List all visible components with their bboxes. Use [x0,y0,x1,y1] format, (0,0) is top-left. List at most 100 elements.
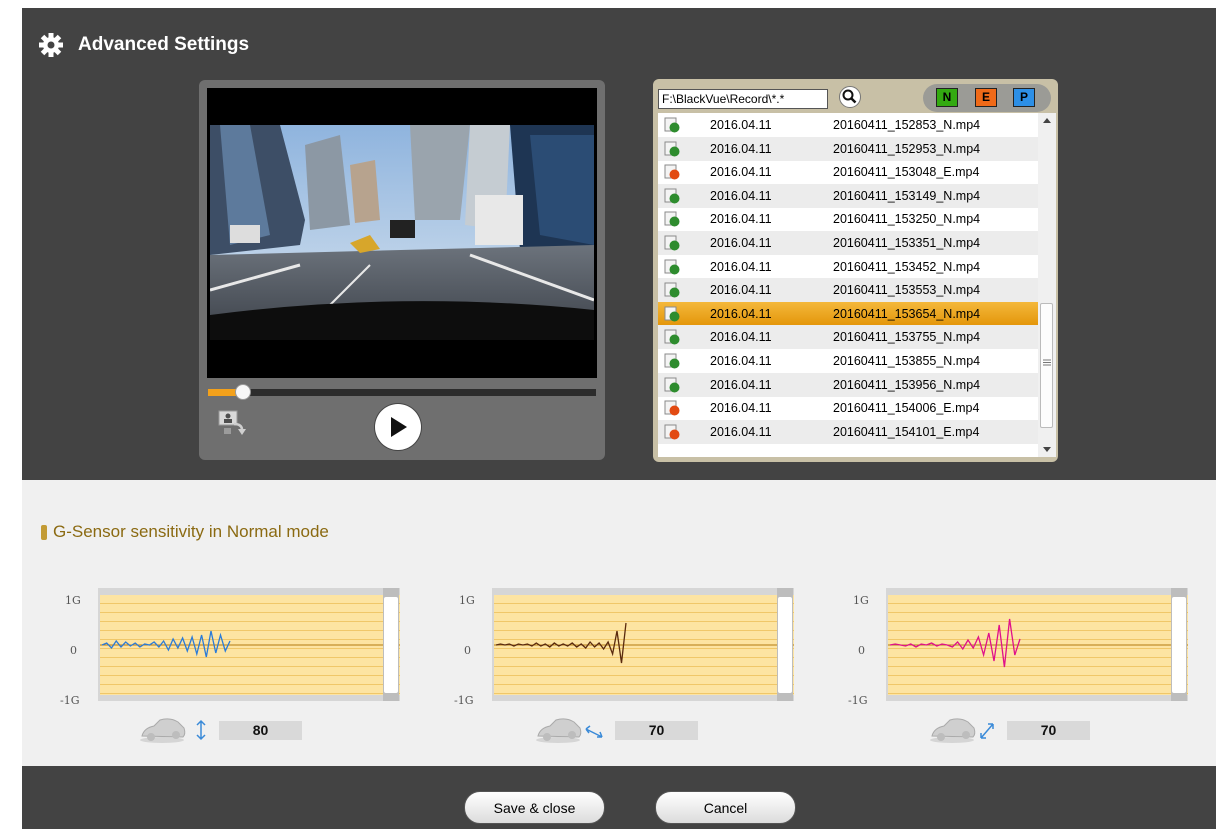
file-list-scrollbar[interactable] [1038,113,1056,457]
file-list-row[interactable]: 2016.04.11 20160411_153755_N.mp4 [658,325,1038,350]
seek-handle[interactable] [235,384,252,400]
axis-label-mid: 0 [464,644,471,657]
event-file-icon [664,424,680,440]
normal-file-icon [664,282,680,298]
file-list: 2016.04.11 20160411_152853_N.mp4 2016.04.1… [658,113,1056,457]
normal-file-icon [664,329,680,345]
file-name: 20160411_153250_N.mp4 [833,212,981,227]
seek-bar[interactable] [208,384,596,400]
dialog-footer: Save & close Cancel [22,766,1216,829]
normal-file-icon [664,235,680,251]
play-button[interactable] [375,404,421,450]
file-list-row[interactable]: 2016.04.11 20160411_153553_N.mp4 [658,278,1038,303]
section-marker [41,524,47,540]
sensitivity-value-horizontal[interactable]: 70 [615,720,698,740]
gsensor-graph-scrollbar[interactable] [777,588,793,701]
advanced-settings-window: Advanced Settings F:\BlackVue\Record\*.*… [22,8,1216,829]
export-icon[interactable] [218,410,246,436]
file-date: 2016.04.11 [710,188,772,203]
file-list-row[interactable]: 2016.04.11 20160411_153452_N.mp4 [658,255,1038,279]
file-list-row[interactable]: 2016.04.11 20160411_154006_E.mp4 [658,396,1038,420]
file-name: 20160411_153553_N.mp4 [833,283,981,298]
normal-file-icon [664,117,680,133]
scroll-down-icon [1043,447,1051,452]
file-list-row[interactable]: 2016.04.11 20160411_153048_E.mp4 [658,160,1038,184]
file-name: 20160411_153149_N.mp4 [833,188,981,203]
video-screen[interactable] [207,88,597,378]
file-list-scroll-thumb[interactable] [1040,303,1053,428]
axis-label-bottom: -1G [60,694,80,707]
file-date: 2016.04.11 [710,424,772,439]
gsensor-graph-scrollbar[interactable] [383,588,399,701]
file-name: 20160411_154101_E.mp4 [833,424,980,439]
file-date: 2016.04.11 [710,283,772,298]
normal-file-icon [664,188,680,204]
gsensor-control-vertical: 80 [138,716,302,744]
car-icon [140,718,186,743]
file-list-row[interactable]: 2016.04.11 20160411_153250_N.mp4 [658,207,1038,231]
gsensor-plot-area [100,595,400,695]
search-button[interactable] [839,86,861,108]
axis-label-top: 1G [853,594,869,607]
gsensor-waveform-line [101,630,231,658]
path-input[interactable] [658,89,828,109]
cancel-button[interactable]: Cancel [655,791,796,824]
filter-normal-button[interactable]: N [936,88,958,107]
gsensor-section-title: G-Sensor sensitivity in Normal mode [53,522,329,541]
axis-label-mid: 0 [858,644,865,657]
car-icon [536,718,582,743]
file-list-row[interactable]: 2016.04.11 20160411_153654_N.mp4 [658,301,1038,326]
file-list-row[interactable]: 2016.04.11 20160411_153956_N.mp4 [658,372,1038,397]
gear-icon [39,33,63,57]
filter-parking-button[interactable]: P [1013,88,1035,107]
file-date: 2016.04.11 [710,377,772,392]
app-background: Advanced Settings F:\BlackVue\Record\*.*… [0,0,1216,829]
file-name: 20160411_153855_N.mp4 [833,354,981,368]
scroll-grip-icon [1043,359,1051,366]
file-list-row[interactable]: 2016.04.11 20160411_152953_N.mp4 [658,136,1038,161]
file-name: 20160411_154006_E.mp4 [833,401,980,416]
gsensor-graph-scroll-thumb[interactable] [384,597,398,693]
sensitivity-value-diagonal[interactable]: 70 [1007,720,1090,740]
file-date: 2016.04.11 [710,354,772,368]
file-date: 2016.04.11 [710,212,772,227]
file-date: 2016.04.11 [710,306,772,321]
gsensor-graph-vertical: 1G 0 -1G [41,580,400,714]
gsensor-graph-scroll-thumb[interactable] [778,597,792,693]
normal-file-icon [664,377,680,393]
gsensor-waveform [888,618,1188,668]
file-list-row[interactable]: 2016.04.11 20160411_153351_N.mp4 [658,231,1038,255]
gsensor-plot-area [494,595,794,695]
event-file-icon [664,164,680,180]
event-file-icon [664,400,680,416]
gsensor-graph-horizontal: 1G 0 -1G [435,580,794,714]
sensitivity-value-vertical[interactable]: 80 [219,720,302,740]
window-header: Advanced Settings [38,32,249,58]
gsensor-waveform [100,630,400,658]
gsensor-waveform-line [889,618,1021,668]
gsensor-control-horizontal: 70 [534,716,698,744]
horizontal-axis-icon [585,725,603,738]
file-name: 20160411_152853_N.mp4 [833,118,981,132]
file-list-row[interactable]: 2016.04.11 20160411_154101_E.mp4 [658,419,1038,444]
file-date: 2016.04.11 [710,141,772,156]
window-title: Advanced Settings [78,34,250,55]
gsensor-graph-scroll-thumb[interactable] [1172,597,1186,693]
file-list-row[interactable]: 2016.04.11 20160411_152853_N.mp4 [658,113,1038,137]
file-list-row[interactable]: 2016.04.11 20160411_153855_N.mp4 [658,349,1038,373]
normal-file-icon [664,141,680,157]
gsensor-graph-diagonal: 1G 0 -1G [829,580,1188,714]
file-date: 2016.04.11 [710,401,772,416]
gsensor-waveform-line [495,622,627,664]
save-close-button[interactable]: Save & close [464,791,605,824]
file-date: 2016.04.11 [710,259,772,274]
filter-event-button[interactable]: E [975,88,997,107]
gsensor-graph-scrollbar[interactable] [1171,588,1187,701]
file-list-row[interactable]: 2016.04.11 20160411_153149_N.mp4 [658,183,1038,208]
top-area: Advanced Settings F:\BlackVue\Record\*.*… [22,8,1216,480]
file-name: 20160411_153048_E.mp4 [833,165,980,180]
normal-file-icon [664,353,680,369]
diagonal-axis-icon [980,723,994,739]
file-date: 2016.04.11 [710,165,772,180]
gsensor-control-diagonal: 70 [928,716,1090,744]
